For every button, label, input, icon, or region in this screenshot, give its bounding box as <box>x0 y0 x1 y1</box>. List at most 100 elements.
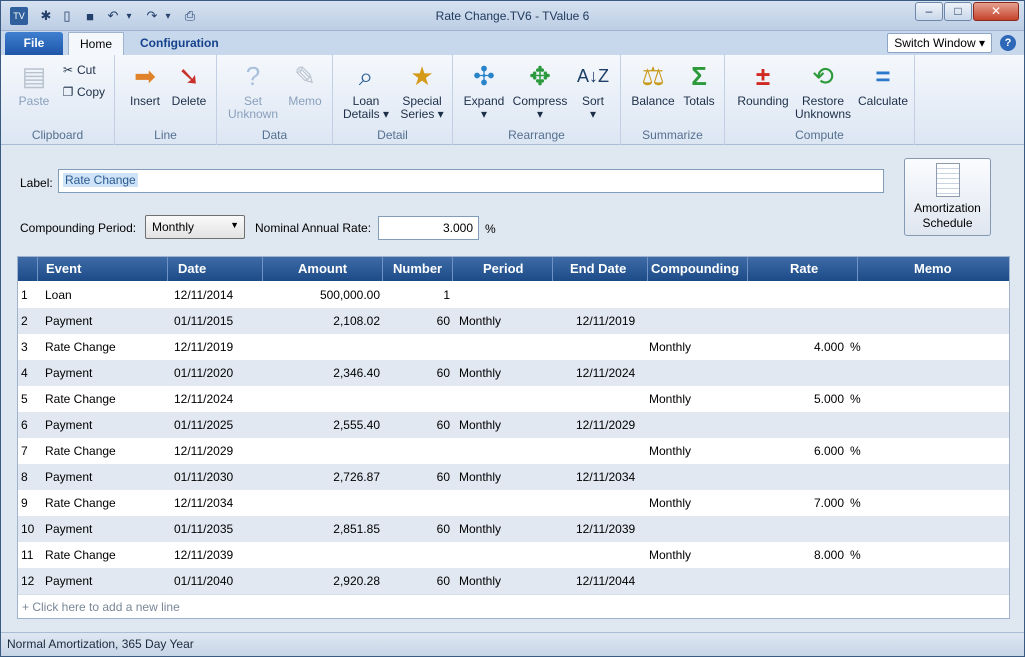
cell-event[interactable]: Rate Change <box>45 386 116 412</box>
copy-button[interactable]: ❐ Copy <box>61 85 105 99</box>
cell-rate-unit[interactable]: % <box>850 334 861 360</box>
cell-amount[interactable] <box>264 386 380 412</box>
cell-date[interactable]: 12/11/2024 <box>174 386 233 412</box>
nominal-annual-rate-input[interactable]: 3.000 <box>378 216 479 240</box>
row-number[interactable]: 11 <box>21 542 33 568</box>
cell-period[interactable]: Monthly <box>459 516 501 542</box>
cell-compounding[interactable]: Monthly <box>649 542 691 568</box>
cell-compounding[interactable]: Monthly <box>649 438 691 464</box>
add-new-line-row[interactable]: + Click here to add a new line <box>18 594 1009 618</box>
row-number[interactable]: 12 <box>21 568 34 594</box>
cell-amount[interactable] <box>264 490 380 516</box>
compounding-period-select[interactable]: Monthly ▼ <box>145 215 245 239</box>
cell-compounding[interactable]: Monthly <box>649 386 691 412</box>
cell-period[interactable]: Monthly <box>459 308 501 334</box>
cell-end-date[interactable]: 12/11/2019 <box>576 308 635 334</box>
cell-date[interactable]: 12/11/2029 <box>174 438 233 464</box>
set-unknown-button[interactable]: ? Set Unknown <box>225 59 281 121</box>
sort-button[interactable]: A↓Z Sort ▾ <box>573 59 613 121</box>
cell-rate-unit[interactable]: % <box>850 386 861 412</box>
cell-rate[interactable] <box>758 308 844 334</box>
cell-date[interactable]: 01/11/2020 <box>174 360 233 386</box>
cell-rate-unit[interactable]: % <box>850 542 861 568</box>
cell-event[interactable]: Rate Change <box>45 490 116 516</box>
row-number[interactable]: 7 <box>21 438 28 464</box>
amortization-schedule-button[interactable]: Amortization Schedule <box>904 158 991 236</box>
row-number[interactable]: 6 <box>21 412 28 438</box>
table-row[interactable]: 4 Payment 01/11/2020 2,346.40 60 Monthly 12/11… <box>18 360 1009 386</box>
cell-amount[interactable] <box>264 542 380 568</box>
header-date[interactable]: Date <box>168 257 263 281</box>
cell-amount[interactable]: 2,346.40 <box>264 360 380 386</box>
row-number[interactable]: 2 <box>21 308 28 334</box>
header-rate[interactable]: Rate <box>748 257 858 281</box>
cell-date[interactable]: 01/11/2015 <box>174 308 233 334</box>
cell-amount[interactable] <box>264 438 380 464</box>
calculate-button[interactable]: = Calculate <box>855 59 911 108</box>
cell-date[interactable]: 01/11/2035 <box>174 516 233 542</box>
cell-compounding[interactable]: Monthly <box>649 334 691 360</box>
cell-date[interactable]: 12/11/2019 <box>174 334 233 360</box>
table-row[interactable]: 7 Rate Change 12/11/2029 Monthly 6.000% <box>18 438 1009 464</box>
cell-amount[interactable]: 2,108.02 <box>264 308 380 334</box>
cell-amount[interactable]: 2,726.87 <box>264 464 380 490</box>
cell-number[interactable]: 60 <box>384 516 450 542</box>
row-number[interactable]: 9 <box>21 490 28 516</box>
cell-event[interactable]: Payment <box>45 516 92 542</box>
compress-button[interactable]: ✥ Compress ▾ <box>511 59 569 121</box>
cell-rate[interactable] <box>758 464 844 490</box>
cell-amount[interactable]: 2,555.40 <box>264 412 380 438</box>
row-number[interactable]: 8 <box>21 464 28 490</box>
header-memo[interactable]: Memo <box>858 257 1009 281</box>
cell-event[interactable]: Payment <box>45 308 92 334</box>
table-row[interactable]: 10 Payment 01/11/2035 2,851.85 60 Monthly 12/1… <box>18 516 1009 542</box>
row-number[interactable]: 1 <box>21 282 28 308</box>
cell-event[interactable]: Rate Change <box>45 334 116 360</box>
cell-date[interactable]: 01/11/2030 <box>174 464 233 490</box>
table-row[interactable]: 6 Payment 01/11/2025 2,555.40 60 Monthly 12/11… <box>18 412 1009 438</box>
cell-number[interactable]: 60 <box>384 412 450 438</box>
cell-end-date[interactable]: 12/11/2029 <box>576 412 635 438</box>
cell-number[interactable] <box>384 490 450 516</box>
header-amount[interactable]: Amount <box>263 257 383 281</box>
cell-rate[interactable] <box>758 282 844 308</box>
table-row[interactable]: 8 Payment 01/11/2030 2,726.87 60 Monthly 12/11… <box>18 464 1009 490</box>
insert-button[interactable]: ➡ Insert <box>125 59 165 108</box>
maximize-button[interactable]: □ <box>944 2 972 21</box>
tab-configuration[interactable]: Configuration <box>127 32 232 55</box>
cell-number[interactable]: 60 <box>384 464 450 490</box>
tab-file[interactable]: File <box>5 32 63 55</box>
cell-rate-unit[interactable]: % <box>850 490 861 516</box>
cell-rate[interactable]: 7.000 <box>758 490 844 516</box>
cell-rate[interactable] <box>758 412 844 438</box>
cell-number[interactable]: 60 <box>384 360 450 386</box>
cell-date[interactable]: 01/11/2040 <box>174 568 233 594</box>
row-number[interactable]: 3 <box>21 334 28 360</box>
loan-details-button[interactable]: ⌕ Loan Details ▾ <box>339 59 393 121</box>
cell-amount[interactable]: 2,851.85 <box>264 516 380 542</box>
close-button[interactable]: ✕ <box>973 2 1019 21</box>
cell-event[interactable]: Rate Change <box>45 438 116 464</box>
cell-rate[interactable] <box>758 360 844 386</box>
cell-event[interactable]: Payment <box>45 360 92 386</box>
cell-period[interactable]: Monthly <box>459 464 501 490</box>
cell-rate[interactable]: 6.000 <box>758 438 844 464</box>
cell-amount[interactable] <box>264 334 380 360</box>
cell-event[interactable]: Payment <box>45 412 92 438</box>
row-number[interactable]: 4 <box>21 360 28 386</box>
cell-compounding[interactable]: Monthly <box>649 490 691 516</box>
cell-rate[interactable] <box>758 568 844 594</box>
tab-home[interactable]: Home <box>68 32 124 55</box>
cell-end-date[interactable]: 12/11/2034 <box>576 464 635 490</box>
cell-rate[interactable] <box>758 516 844 542</box>
expand-button[interactable]: ✣ Expand ▾ <box>461 59 507 121</box>
cut-button[interactable]: ✂ Cut <box>61 63 96 77</box>
cell-event[interactable]: Rate Change <box>45 542 116 568</box>
balance-button[interactable]: ⚖ Balance <box>629 59 677 108</box>
cell-amount[interactable]: 500,000.00 <box>264 282 380 308</box>
paste-button[interactable]: ▤ Paste <box>11 59 57 108</box>
table-row[interactable]: 1 Loan 12/11/2014 500,000.00 1 <box>18 282 1009 308</box>
cell-date[interactable]: 12/11/2039 <box>174 542 233 568</box>
cell-rate[interactable]: 8.000 <box>758 542 844 568</box>
cell-amount[interactable]: 2,920.28 <box>264 568 380 594</box>
